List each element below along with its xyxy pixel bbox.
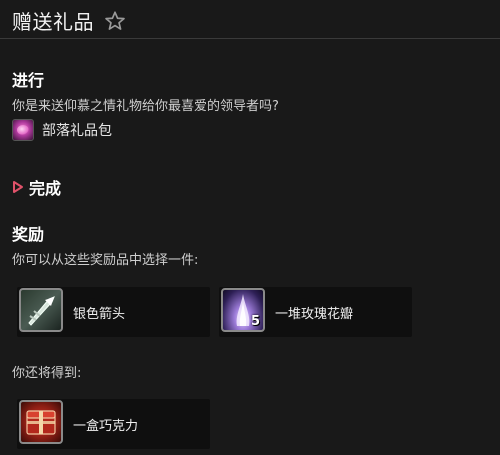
chocolate-box-icon: [19, 400, 63, 444]
page-title: 赠送礼品: [12, 10, 94, 34]
reward-name: 一盒巧克力: [73, 419, 139, 434]
reward-chocolate-box[interactable]: 一盒巧克力: [17, 399, 210, 449]
reward-choice-rose-petals[interactable]: 5 一堆玫瑰花瓣: [219, 287, 412, 337]
title-divider: [0, 38, 500, 39]
progress-text: 你是来送仰慕之情礼物给你最喜爱的领导者吗?: [12, 99, 279, 114]
silver-arrowhead-icon: [19, 288, 63, 332]
quest-item-gift-bag[interactable]: 部落礼品包: [12, 119, 112, 141]
completion-toggle[interactable]: 完成: [12, 175, 61, 199]
quest-page: 赠送礼品 进行 你是来送仰慕之情礼物给你最喜爱的领导者吗? 部落礼品包 完成 奖…: [0, 0, 500, 455]
quest-item-label: 部落礼品包: [42, 123, 112, 139]
star-icon[interactable]: [104, 10, 126, 32]
progress-heading: 进行: [12, 71, 45, 90]
title-bar: 赠送礼品: [12, 6, 126, 35]
rewards-choose-text: 你可以从这些奖励品中选择一件:: [12, 253, 199, 268]
expand-triangle-icon: [13, 181, 23, 193]
gift-bag-icon: [12, 119, 34, 141]
reward-quantity: 5: [250, 314, 260, 329]
rewards-heading: 奖励: [12, 225, 45, 244]
rose-petals-icon: 5: [221, 288, 265, 332]
reward-name: 一堆玫瑰花瓣: [275, 307, 354, 322]
reward-name: 银色箭头: [73, 307, 126, 322]
reward-choice-silver-arrowhead[interactable]: 银色箭头: [17, 287, 210, 337]
completion-label: 完成: [29, 179, 62, 198]
rewards-also-text: 你还将得到:: [12, 366, 82, 381]
